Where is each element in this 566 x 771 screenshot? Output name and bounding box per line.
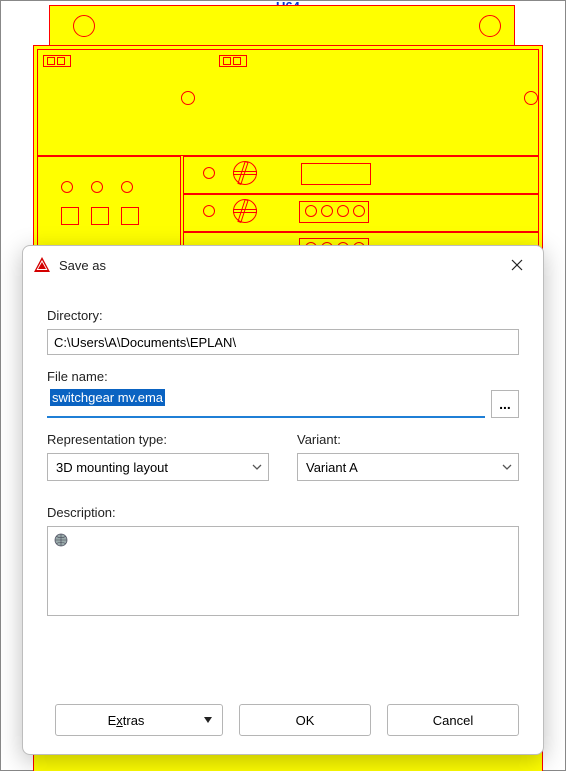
directory-label: Directory: [47,308,519,323]
description-textarea[interactable] [47,526,519,616]
extras-button-label: Extras [108,713,145,728]
dropdown-arrow-icon [204,717,212,723]
cancel-button[interactable]: Cancel [387,704,519,736]
extras-button[interactable]: Extras [55,704,223,736]
variant-value: Variant A [306,460,358,475]
titlebar: Save as [23,246,543,284]
dialog-body: Directory: File name: switchgear mv.ema … [23,284,543,690]
file-name-label: File name: [47,369,519,384]
representation-type-label: Representation type: [47,432,269,447]
variant-label: Variant: [297,432,519,447]
representation-type-value: 3D mounting layout [56,460,168,475]
representation-type-combo[interactable]: 3D mounting layout [47,453,269,481]
file-name-value: switchgear mv.ema [50,389,165,406]
dialog-title: Save as [59,258,499,273]
directory-input[interactable] [47,329,519,355]
cancel-button-label: Cancel [433,713,473,728]
ok-button[interactable]: OK [239,704,371,736]
globe-icon [54,533,512,547]
browse-button[interactable]: ... [491,390,519,418]
close-button[interactable] [499,251,535,279]
file-name-input[interactable]: switchgear mv.ema [47,390,485,418]
description-label: Description: [47,505,519,520]
save-as-dialog: Save as Directory: File name: switchgear… [22,245,544,755]
chevron-down-icon [502,464,512,470]
chevron-down-icon [252,464,262,470]
variant-combo[interactable]: Variant A [297,453,519,481]
ok-button-label: OK [296,713,315,728]
button-row: Extras OK Cancel [23,690,543,754]
app-icon [33,256,51,274]
